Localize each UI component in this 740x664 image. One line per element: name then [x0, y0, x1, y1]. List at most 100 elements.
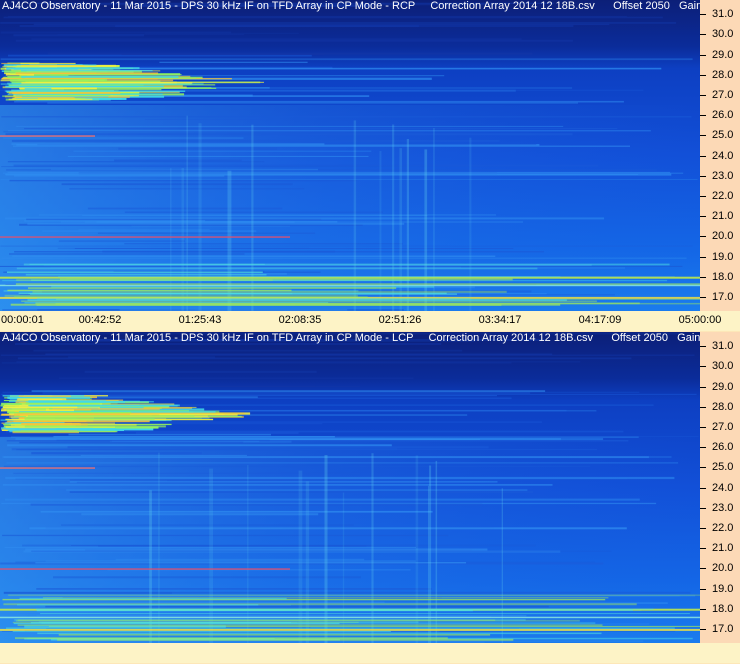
spectrogram-striation	[392, 124, 395, 311]
frequency-tick	[700, 406, 706, 408]
spectrogram-streak	[62, 395, 498, 397]
spectrogram-streak	[14, 296, 368, 298]
time-label: 03:34:17	[478, 314, 522, 326]
frequency-tick	[700, 346, 706, 348]
spectrogram-streak	[3, 16, 663, 19]
spectrogram-streak	[68, 356, 216, 359]
frequency-label: 24.0	[712, 149, 734, 162]
spectrogram-streak	[80, 454, 247, 456]
spectrogram-streak	[71, 545, 374, 546]
frequency-tick	[700, 195, 706, 197]
frequency-tick	[700, 276, 706, 278]
spectrogram-streak	[15, 283, 700, 285]
spectrogram-streak	[68, 433, 271, 436]
frequency-label: 27.0	[712, 420, 734, 433]
frequency-label: 21.0	[712, 542, 734, 555]
spectrogram-streak	[32, 290, 507, 293]
spectrogram-streak	[1, 116, 692, 118]
spectrogram-streak	[6, 627, 675, 629]
time-label: 00:42:52	[78, 314, 122, 326]
spectrogram-streak	[19, 441, 244, 444]
emission-burst	[21, 70, 153, 72]
spectrogram-streak	[1, 257, 687, 260]
spectrogram-streak	[144, 119, 267, 120]
emission-burst	[28, 400, 106, 403]
frequency-tick	[700, 94, 706, 96]
spectrogram-streak	[24, 625, 226, 628]
frequency-tick	[700, 74, 706, 76]
spectrogram-streak	[36, 615, 527, 617]
spectrogram-striation	[415, 455, 419, 643]
time-label: 02:08:35	[278, 314, 322, 326]
spectrogram-streak	[1, 166, 406, 168]
spectrogram-streak	[11, 139, 500, 142]
spectrogram-streak	[5, 601, 385, 603]
spectrogram-streak	[24, 128, 618, 130]
lcp-spectrogram-panel: AJ4CO Observatory - 11 Mar 2015 - DPS 30…	[0, 332, 740, 664]
emission-burst	[24, 417, 202, 419]
emission-burst	[13, 430, 118, 433]
frequency-label: 27.0	[712, 88, 734, 101]
spectrogram-streak	[16, 267, 538, 270]
spectrogram-streak	[69, 481, 498, 483]
spectrogram-streak	[53, 576, 361, 579]
emission-burst	[24, 87, 52, 91]
spectrogram-streak	[6, 169, 657, 171]
spectrogram-streak	[16, 449, 597, 451]
time-label: 00:00:01	[1, 314, 44, 326]
spectrogram-streak	[2, 534, 449, 537]
frequency-label: 26.0	[712, 441, 734, 454]
spectrogram-streak	[13, 145, 630, 147]
emission-burst	[6, 408, 46, 411]
spectrogram-streak	[61, 524, 354, 526]
emission-burst	[18, 395, 71, 397]
frequency-label: 30.0	[712, 360, 734, 373]
spectrogram-streak	[58, 240, 185, 242]
spectrogram-streak	[59, 377, 414, 379]
spectrogram-streak	[13, 472, 361, 474]
spectrogram-streak	[5, 498, 640, 501]
spectrogram-streak	[13, 34, 145, 37]
interference-line	[0, 628, 700, 631]
emission-burst	[7, 412, 132, 414]
emission-burst	[8, 98, 93, 101]
rcp-time-axis: 00:00:01 00:42:52 01:25:43 02:08:35 02:51:26…	[0, 311, 740, 331]
spectrogram-streak	[0, 265, 683, 267]
frequency-label: 18.0	[712, 602, 734, 615]
frequency-label: 20.0	[712, 230, 734, 243]
spectrogram-streak	[40, 510, 433, 513]
interference-line	[0, 236, 290, 238]
spectrogram-streak	[3, 172, 684, 174]
spectrogram-streak	[28, 287, 397, 289]
spectrogram-streak	[42, 230, 257, 233]
frequency-label: 29.0	[712, 48, 734, 61]
emission-burst	[21, 76, 179, 78]
lcp-spectrogram: AJ4CO Observatory - 11 Mar 2015 - DPS 30…	[0, 332, 719, 643]
lcp-frequency-axis: 31.0 30.0 29.0 28.0 27.0 26.0 25.0 24.0 23.0 22.0…	[700, 332, 740, 643]
spectrogram-streak	[5, 173, 672, 176]
spectrogram-striation	[435, 460, 438, 643]
lcp-time-axis	[0, 643, 740, 663]
frequency-tick	[700, 426, 706, 428]
lcp-title: AJ4CO Observatory - 11 Mar 2015 - DPS 30…	[2, 332, 719, 344]
frequency-tick	[700, 54, 706, 56]
time-label: 02:51:26	[378, 314, 422, 326]
spectrogram-streak	[33, 23, 610, 26]
frequency-label: 31.0	[712, 8, 734, 21]
spectrogram-streak	[27, 222, 405, 225]
frequency-tick	[700, 588, 706, 590]
spectrogram-streak	[31, 452, 202, 455]
spectrogram-streak	[40, 613, 690, 615]
spectrogram-streak	[9, 253, 245, 255]
spectrogram-streak	[78, 385, 316, 387]
spectrogram-streak	[121, 54, 324, 56]
frequency-tick	[700, 386, 706, 388]
rcp-spectrogram-image	[0, 0, 700, 311]
frequency-label: 19.0	[712, 582, 734, 595]
spectrogram-streak	[16, 279, 273, 281]
spectrogram-streak	[36, 609, 473, 612]
emission-burst	[21, 80, 161, 82]
spectrogram-striation	[324, 455, 328, 643]
spectrogram-streak	[114, 159, 242, 162]
spectrogram-streak	[7, 161, 265, 163]
